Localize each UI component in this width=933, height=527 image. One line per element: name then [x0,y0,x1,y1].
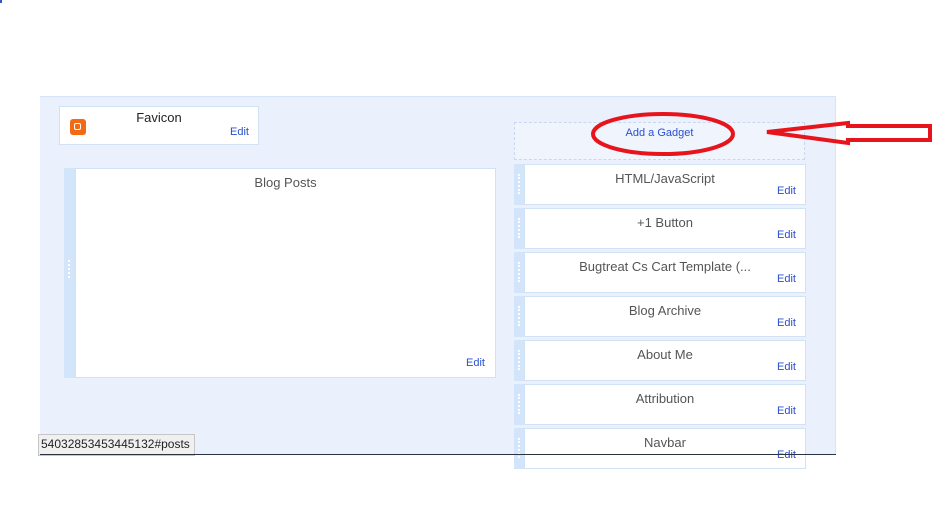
sidebar-gadget[interactable]: Blog Archive Edit [524,296,806,337]
edit-link[interactable]: Edit [777,317,796,329]
gadget-title: Attribution [635,391,695,406]
edit-link[interactable]: Edit [777,185,796,197]
blog-posts-gadget[interactable]: Blog Posts Edit [75,168,496,378]
add-gadget-area[interactable]: Add a Gadget [514,122,805,160]
divider [40,454,836,455]
grip-icon [518,394,522,414]
gadget-title: About Me [637,347,693,362]
sidebar-gadget[interactable]: +1 Button Edit [524,208,806,249]
drag-handle[interactable] [514,164,524,205]
grip-icon [68,260,72,278]
grip-icon [518,262,522,282]
gadget-title: Blog Archive [628,303,702,318]
sidebar-gadget[interactable]: About Me Edit [524,340,806,381]
edit-link[interactable]: Edit [230,126,249,138]
grip-icon [518,218,522,238]
gadget-title: Bugtreat Cs Cart Template (... [579,259,751,274]
drag-handle[interactable] [514,296,524,337]
grip-icon [518,438,522,458]
add-gadget-link[interactable]: Add a Gadget [515,127,804,139]
sidebar-gadget[interactable]: Navbar Edit [524,428,806,469]
edit-link[interactable]: Edit [466,357,485,369]
status-bar-url: 5403285345344513​2#posts [38,434,195,456]
grip-icon [518,306,522,326]
favicon-gadget[interactable]: Favicon Edit [59,106,259,145]
edit-link[interactable]: Edit [777,273,796,285]
drag-handle[interactable] [514,252,524,293]
drag-handle[interactable] [514,340,524,381]
drag-handle[interactable] [514,428,524,469]
corner-mark [0,0,2,3]
gadget-title: Favicon [136,110,182,125]
drag-handle[interactable] [64,168,75,378]
gadget-title: +1 Button [636,215,694,230]
edit-link[interactable]: Edit [777,449,796,461]
sidebar-gadget[interactable]: HTML/JavaScript Edit [524,164,806,205]
gadget-title: Navbar [644,435,686,450]
gadget-title: Blog Posts [254,175,317,190]
sidebar-gadget[interactable]: Attribution Edit [524,384,806,425]
drag-handle[interactable] [514,208,524,249]
sidebar-gadget[interactable]: Bugtreat Cs Cart Template (... Edit [524,252,806,293]
drag-handle[interactable] [514,384,524,425]
edit-link[interactable]: Edit [777,229,796,241]
grip-icon [518,174,522,194]
edit-link[interactable]: Edit [777,405,796,417]
grip-icon [518,350,522,370]
gadget-title: HTML/JavaScript [615,171,715,186]
edit-link[interactable]: Edit [777,361,796,373]
